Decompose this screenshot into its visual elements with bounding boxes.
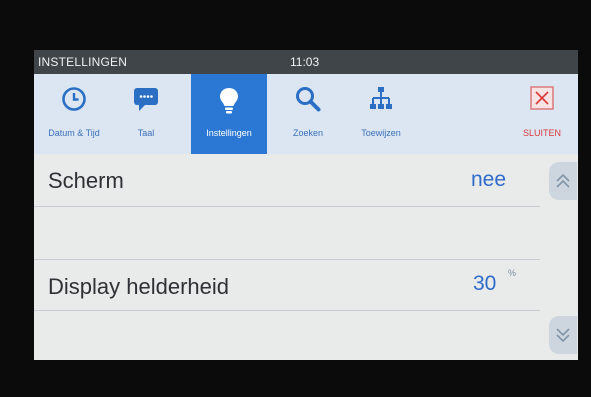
clock-icon [62,87,86,111]
scroll-up-button[interactable] [549,162,577,200]
chevron-double-down-icon [556,328,570,343]
tab-language[interactable]: Taal [120,74,172,154]
close-icon [530,86,554,110]
tab-language-label: Taal [137,128,155,138]
setting-value[interactable]: nee [471,168,506,192]
tab-assign-label: Toewijzen [361,128,401,138]
setting-unit: % [508,268,517,278]
tab-date-time[interactable]: Datum & Tijd [34,74,114,154]
tab-settings-label: Instellingen [206,128,252,138]
screen-title: INSTELLINGEN [38,55,128,69]
chevron-double-up-icon [556,173,570,188]
setting-row-empty [34,207,540,260]
close-button-label: SLUITEN [522,128,561,138]
hierarchy-icon [370,87,392,109]
lightbulb-icon [220,88,238,114]
setting-label: Scherm [48,168,124,193]
tab-settings[interactable]: Instellingen [191,74,267,154]
close-button[interactable]: SLUITEN [510,74,574,154]
tab-date-time-label: Datum & Tijd [48,128,100,138]
device-screen: INSTELLINGEN 11:03 Datum & Tijd Taal Ins… [34,50,578,360]
setting-label: Display helderheid [48,274,229,299]
search-icon [296,87,321,112]
clock-time: 11:03 [290,55,320,69]
setting-row-display-helderheid[interactable]: Display helderheid 30 % [34,260,540,311]
setting-row-scherm[interactable]: Scherm nee [34,154,540,207]
tab-search[interactable]: Zoeken [280,74,336,154]
setting-value[interactable]: 30 [473,272,496,296]
tab-assign[interactable]: Toewijzen [348,74,414,154]
scroll-down-button[interactable] [549,316,577,354]
chat-bubble-icon [134,88,158,111]
tab-bar: Datum & Tijd Taal Instellingen Zoeken To… [34,74,578,154]
status-bar: INSTELLINGEN 11:03 [34,50,578,74]
tab-search-label: Zoeken [292,128,324,138]
